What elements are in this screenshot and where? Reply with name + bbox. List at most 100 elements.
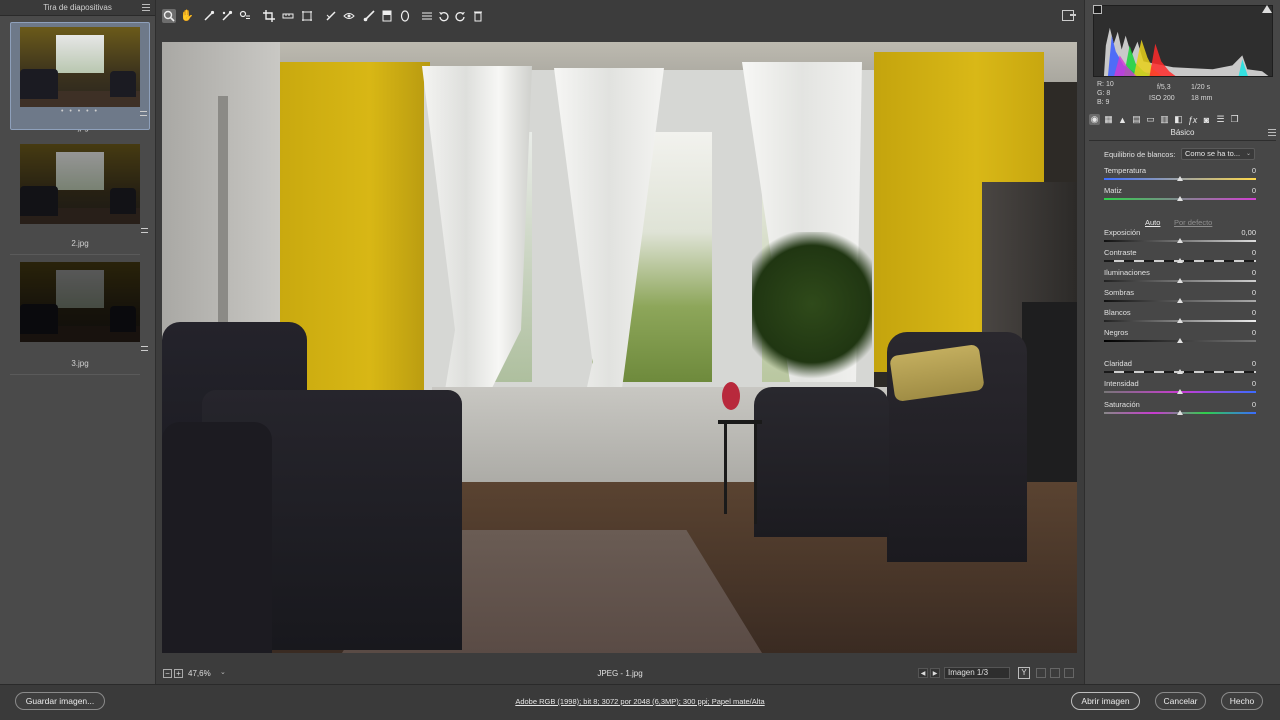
slider-thumb[interactable] <box>1177 258 1183 263</box>
slider-thumb[interactable] <box>1177 238 1183 243</box>
slider-value[interactable]: 0 <box>1216 248 1256 257</box>
slider-value[interactable]: 0 <box>1216 328 1256 337</box>
slider-value[interactable]: 0 <box>1216 288 1256 297</box>
highlight-clipping-warning-icon[interactable] <box>1262 5 1272 13</box>
slider-value[interactable]: 0,00 <box>1216 228 1256 237</box>
slider-value[interactable]: 0 <box>1216 400 1256 409</box>
slider-row: Sombras 0 <box>1104 288 1256 306</box>
slider-row: Contraste 0 <box>1104 248 1256 266</box>
slider-thumb[interactable] <box>1177 410 1183 415</box>
radial-filter-icon[interactable] <box>398 9 412 23</box>
white-balance-value: Como se ha to... <box>1185 149 1241 158</box>
hand-tool-icon[interactable]: ✋ <box>180 9 194 23</box>
blue-readout: B: 9 <box>1097 99 1110 106</box>
slider-label: Claridad <box>1104 359 1132 368</box>
tab-effects-icon[interactable]: ƒx <box>1187 114 1198 125</box>
tool-bar: ✋ <box>156 0 1084 34</box>
filmstrip-panel: Tira de diapositivas • • • • • 1.jpg 2.j… <box>0 0 156 684</box>
next-image-button[interactable]: ▶ <box>930 668 940 678</box>
tab-camera-calibration-icon[interactable]: ◙ <box>1201 114 1212 125</box>
white-balance-tool-icon[interactable] <box>202 9 216 23</box>
graduated-filter-icon[interactable] <box>380 9 394 23</box>
copy-settings-icon[interactable] <box>1050 668 1060 678</box>
adjustment-brush-icon[interactable] <box>362 9 376 23</box>
slider-thumb[interactable] <box>1177 176 1183 181</box>
panel-menu-icon[interactable] <box>1268 129 1276 136</box>
slider-value[interactable]: 0 <box>1216 379 1256 388</box>
slider-value[interactable]: 0 <box>1216 166 1256 175</box>
preview-status-bar: − + 47,6% ⌄ JPEG - 1.jpg ◀ ▶ Imagen 1/3 … <box>156 664 1084 684</box>
tab-basic-icon[interactable]: ◉ <box>1089 114 1100 125</box>
slider-thumb[interactable] <box>1177 318 1183 323</box>
slider-value[interactable]: 0 <box>1216 268 1256 277</box>
slider-thumb[interactable] <box>1177 369 1183 374</box>
slider-row: Matiz 0 <box>1104 186 1256 204</box>
done-button[interactable]: Hecho <box>1221 692 1263 710</box>
tab-hsl-icon[interactable]: ▤ <box>1131 114 1142 125</box>
toggle-settings-icon[interactable] <box>1064 668 1074 678</box>
slider-thumb[interactable] <box>1177 389 1183 394</box>
zoom-tool-icon[interactable] <box>162 9 176 23</box>
tab-split-toning-icon[interactable]: ▭ <box>1145 114 1156 125</box>
filmstrip-item[interactable]: • • • • • 1.jpg <box>10 22 150 134</box>
aperture: f/5,3 <box>1157 84 1171 91</box>
iso: ISO 200 <box>1149 95 1175 102</box>
slider-value[interactable]: 0 <box>1216 186 1256 195</box>
green-readout: G: 8 <box>1097 90 1111 97</box>
rating-stars[interactable]: • • • • • <box>15 107 145 117</box>
shadow-clipping-warning-icon[interactable] <box>1093 5 1102 14</box>
slider-thumb[interactable] <box>1177 338 1183 343</box>
slider-value[interactable]: 0 <box>1216 308 1256 317</box>
open-image-button[interactable]: Abrir imagen <box>1071 692 1140 710</box>
slider-label: Saturación <box>1104 400 1140 409</box>
straighten-tool-icon[interactable] <box>281 9 295 23</box>
slider-row: Saturación 0 <box>1104 400 1256 418</box>
tab-presets-icon[interactable]: ☰ <box>1215 114 1226 125</box>
photo-preview[interactable] <box>162 42 1077 653</box>
slider-value[interactable]: 0 <box>1216 359 1256 368</box>
slider-row: Temperatura 0 <box>1104 166 1256 184</box>
open-preferences-icon[interactable] <box>420 9 434 23</box>
red-eye-removal-tool-icon[interactable] <box>342 9 356 23</box>
filmstrip-item[interactable]: 2.jpg <box>10 140 150 255</box>
red-readout: R: 10 <box>1097 81 1114 88</box>
slider-row: Blancos 0 <box>1104 308 1256 326</box>
tab-snapshots-icon[interactable]: ❐ <box>1229 114 1240 125</box>
targeted-adjustment-tool-icon[interactable] <box>238 9 252 23</box>
tab-tone-curve-icon[interactable]: ▦ <box>1103 114 1114 125</box>
before-after-toggle[interactable]: Y <box>1018 667 1030 679</box>
rotate-right-icon[interactable] <box>453 9 467 23</box>
image-counter: Imagen 1/3 <box>944 667 1010 679</box>
slider-label: Intensidad <box>1104 379 1139 388</box>
slider-thumb[interactable] <box>1177 278 1183 283</box>
previous-image-button[interactable]: ◀ <box>918 668 928 678</box>
trash-icon[interactable] <box>471 9 485 23</box>
cancel-button[interactable]: Cancelar <box>1155 692 1206 710</box>
image-preview-area <box>156 34 1084 664</box>
default-link[interactable]: Por defecto <box>1174 218 1212 227</box>
thumbnail-image <box>20 262 140 342</box>
filmstrip-item[interactable]: 3.jpg <box>10 258 150 375</box>
focal-length: 18 mm <box>1191 95 1213 102</box>
tab-transform-icon[interactable]: ◧ <box>1173 114 1184 125</box>
white-balance-select[interactable]: Como se ha to... ⌄ <box>1181 148 1255 160</box>
filmstrip-menu-icon[interactable] <box>142 4 150 11</box>
slider-thumb[interactable] <box>1177 196 1183 201</box>
tab-detail-icon[interactable]: ▲ <box>1117 114 1128 125</box>
fullscreen-toggle-icon[interactable] <box>1062 10 1076 21</box>
slider-row: Intensidad 0 <box>1104 379 1256 397</box>
spot-removal-tool-icon[interactable] <box>324 9 338 23</box>
auto-link[interactable]: Auto <box>1145 218 1160 227</box>
slider-label: Blancos <box>1104 308 1131 317</box>
swap-settings-icon[interactable] <box>1036 668 1046 678</box>
rotate-left-icon[interactable] <box>437 9 451 23</box>
transform-tool-icon[interactable] <box>300 9 314 23</box>
color-sampler-tool-icon[interactable] <box>220 9 234 23</box>
crop-tool-icon[interactable] <box>262 9 276 23</box>
slider-label: Contraste <box>1104 248 1137 257</box>
tab-lens-corrections-icon[interactable]: ▥ <box>1159 114 1170 125</box>
thumbnail-image <box>20 144 140 224</box>
slider-thumb[interactable] <box>1177 298 1183 303</box>
slider-label: Exposición <box>1104 228 1141 237</box>
slider-row: Iluminaciones 0 <box>1104 268 1256 286</box>
